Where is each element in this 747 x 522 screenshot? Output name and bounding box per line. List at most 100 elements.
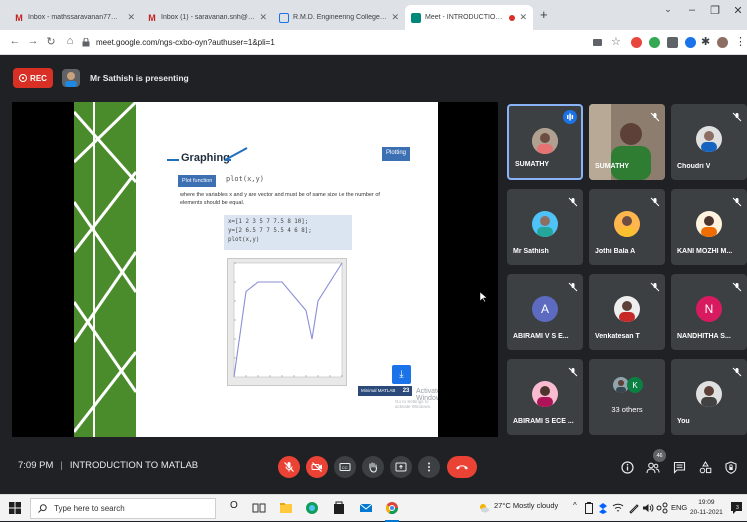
extension-icon[interactable] [685,37,696,48]
raise-hand-button[interactable] [362,456,384,478]
network-icon[interactable] [612,502,624,514]
mic-off-button[interactable] [278,456,300,478]
extension-icon[interactable] [667,37,678,48]
extension-icon[interactable] [631,37,642,48]
participant-tile[interactable]: Mr Sathish [507,189,583,265]
reload-icon[interactable]: ↻ [44,35,58,48]
title-dash [167,159,179,161]
participant-tile[interactable]: SUMATHY [507,104,583,180]
chrome-icon[interactable] [385,501,399,515]
participant-tile[interactable]: N NANDHITHA S... [671,274,747,350]
meeting-info: 7:09 PM | INTRODUCTION TO MATLAB [18,460,198,471]
close-tab-icon[interactable]: ✕ [391,12,399,23]
task-view-icon[interactable] [252,501,266,515]
mouse-cursor-icon [480,292,487,302]
cortana-icon[interactable]: O [230,500,238,511]
activities-icon [699,460,711,473]
plot-canvas [233,262,343,378]
pen-icon[interactable] [628,502,640,514]
home-icon[interactable]: ⌂ [63,35,77,47]
browser-tab[interactable]: R.M.D. Engineering College - Cal ✕ [273,5,405,30]
participant-name: Mr Sathish [513,248,549,255]
show-hidden-icons[interactable]: ^ [573,501,577,510]
participant-tile[interactable]: SUMATHY [589,104,665,180]
muted-mic-icon [650,279,660,292]
participant-tile[interactable]: Jothi Bala A [589,189,665,265]
code-line: x=[1 2 3 5 7 7.5 8 10]; [228,219,309,225]
browser-tab-active[interactable]: Meet - INTRODUCTION TO ✕ [405,5,533,30]
tab-search-icon[interactable]: ⌄ [658,4,678,15]
present-now-button[interactable] [390,456,412,478]
notifications-icon[interactable]: 3 [730,501,743,515]
participant-avatar [614,296,640,322]
participant-name: Choudri V [677,163,711,170]
maximize-icon[interactable]: ❐ [705,4,725,17]
camera-off-button[interactable] [306,456,328,478]
new-tab-button[interactable]: + [540,7,548,22]
forward-icon[interactable]: → [26,35,40,47]
language-indicator[interactable]: ENG [671,503,687,512]
profile-avatar[interactable] [717,37,728,48]
svg-text:3: 3 [736,505,739,511]
browser-tab[interactable]: M Inbox - mathssaravanan77@gma ✕ [8,5,141,30]
download-icon[interactable]: ⤓ [392,365,411,384]
minimize-icon[interactable]: – [682,4,702,16]
lock-icon [82,37,90,47]
camera-in-use-icon[interactable] [593,39,602,46]
muted-mic-icon [650,109,660,122]
participant-tile[interactable]: K 33 others [589,359,665,435]
participant-tile[interactable]: KANI MOZHI M... [671,189,747,265]
taskbar-search-input[interactable]: Type here to search [30,498,216,519]
extensions-puzzle-icon[interactable]: ✱ [701,35,710,48]
meeting-title: INTRODUCTION TO MATLAB [69,460,199,471]
plotting-button: Plotting [382,147,411,161]
speaking-indicator-icon [563,110,577,124]
close-tab-icon[interactable]: ✕ [519,12,527,23]
leave-call-button[interactable] [447,456,477,478]
address-bar: ← → ↻ ⌂ meet.google.com/ngs-cxbo-oyn?aut… [0,30,747,55]
volume-icon[interactable] [642,502,654,514]
sharing-icon[interactable] [656,502,668,514]
chat-icon [673,461,685,474]
meeting-details-button[interactable] [618,458,636,476]
back-icon[interactable]: ← [8,35,22,47]
bookmark-star-icon[interactable]: ☆ [611,35,621,48]
edge-icon[interactable] [305,501,319,515]
code-block: x=[1 2 3 5 7 7.5 8 10]; y=[2 6.5 7 7 5.5… [224,215,352,250]
url-field[interactable]: meet.google.com/ngs-cxbo-oyn?authuser=1&… [82,33,572,52]
taskbar-clock[interactable]: 19:09 20-11-2021 [690,498,723,518]
mail-icon[interactable] [359,501,373,515]
participant-tile[interactable]: Choudri V [671,104,747,180]
shield-lock-icon [725,460,737,474]
store-icon[interactable] [332,501,346,515]
plot-function-label: Plot function [178,175,217,187]
muted-mic-icon [568,279,578,292]
participant-name: SUMATHY [515,161,550,168]
file-explorer-icon[interactable] [279,501,293,515]
slide-description: where the variables x and y are vector a… [180,192,380,206]
weather-status[interactable]: 27°C Mostly cloudy [494,501,558,510]
participant-tile[interactable]: Venkatesan T [589,274,665,350]
windows-start-icon[interactable] [9,502,21,514]
close-tab-icon[interactable]: ✕ [259,12,267,23]
browser-tab[interactable]: M Inbox (1) - saravanan.snh@rmd.a ✕ [141,5,273,30]
search-placeholder: Type here to search [54,504,125,513]
close-tab-icon[interactable]: ✕ [127,12,135,23]
svg-text:CC: CC [342,465,348,470]
participant-tile[interactable]: A ABIRAMI V S E... [507,274,583,350]
participant-tile-self[interactable]: You [671,359,747,435]
slide-green-decoration [74,102,136,437]
participant-name: ABIRAMI V S E... [513,333,569,340]
host-controls-button[interactable] [722,458,740,476]
more-options-button[interactable] [418,456,440,478]
people-button[interactable]: 46 [644,449,666,476]
close-window-icon[interactable]: ✕ [728,4,747,17]
activities-button[interactable] [696,458,714,476]
participant-name: Jothi Bala A [595,248,636,255]
chat-button[interactable] [670,458,688,476]
search-icon [38,504,47,513]
more-options-icon[interactable]: ⋮ [735,35,746,48]
captions-button[interactable]: CC [334,456,356,478]
extension-icon[interactable] [649,37,660,48]
participant-tile[interactable]: ABIRAMI S ECE ... [507,359,583,435]
